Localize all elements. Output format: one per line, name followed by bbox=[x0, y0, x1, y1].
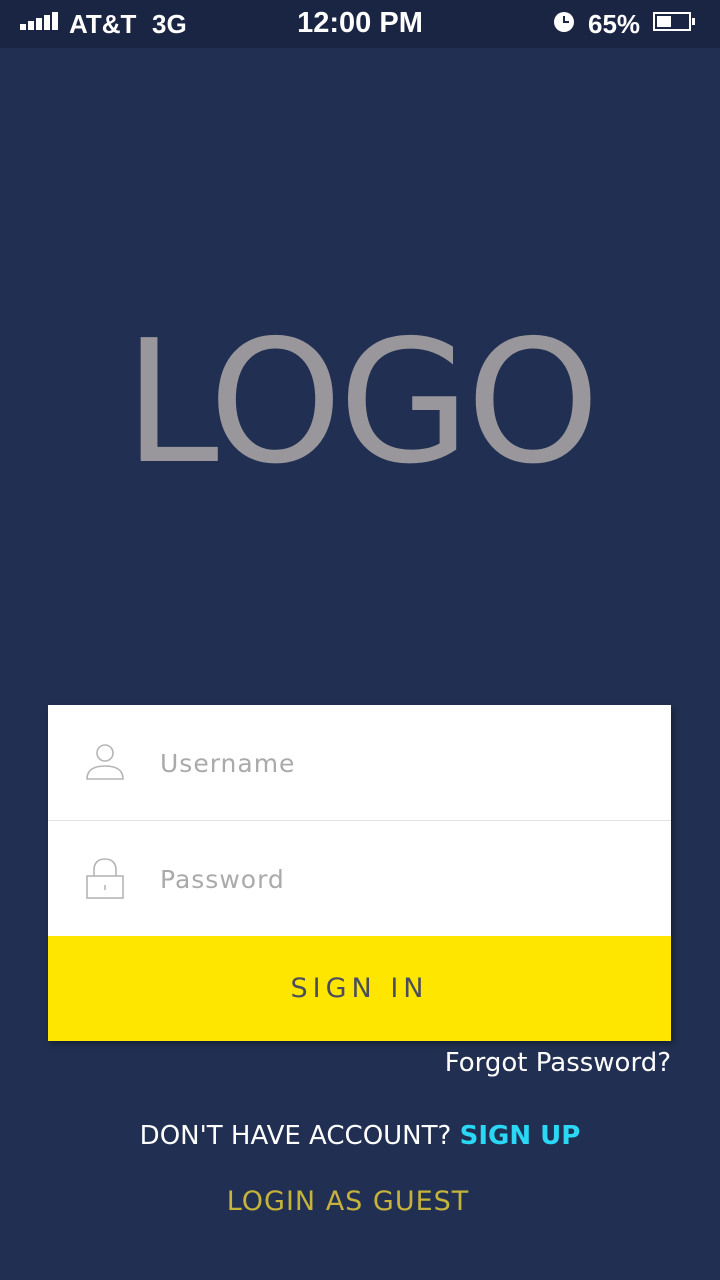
alarm-clock-icon bbox=[554, 12, 574, 32]
app-logo: LOGO bbox=[123, 304, 600, 502]
password-input[interactable] bbox=[158, 851, 642, 907]
user-icon bbox=[86, 744, 124, 780]
signup-prompt: DON'T HAVE ACCOUNT? bbox=[139, 1121, 452, 1151]
battery-percentage: 65% bbox=[588, 9, 641, 39]
username-input[interactable] bbox=[158, 735, 642, 791]
battery-fill bbox=[657, 16, 671, 27]
status-bar: AT&T 3G 12:00 PM 65% bbox=[0, 0, 720, 48]
login-as-guest-link[interactable]: LOGIN AS GUEST bbox=[0, 1186, 696, 1217]
forgot-password-link[interactable]: Forgot Password? bbox=[445, 1048, 671, 1078]
password-field[interactable] bbox=[48, 821, 671, 936]
sign-in-button[interactable]: SIGN IN bbox=[48, 936, 671, 1041]
sign-up-link[interactable]: SIGN UP bbox=[460, 1121, 581, 1151]
username-field[interactable] bbox=[48, 705, 671, 821]
battery-icon bbox=[653, 12, 695, 31]
lock-icon bbox=[86, 858, 124, 899]
login-card: SIGN IN bbox=[48, 705, 671, 1041]
battery-nub bbox=[692, 18, 695, 25]
signup-prompt-line: DON'T HAVE ACCOUNT? SIGN UP bbox=[0, 1121, 720, 1151]
login-screen: AT&T 3G 12:00 PM 65% LOGO SIGN IN bbox=[0, 0, 720, 1280]
